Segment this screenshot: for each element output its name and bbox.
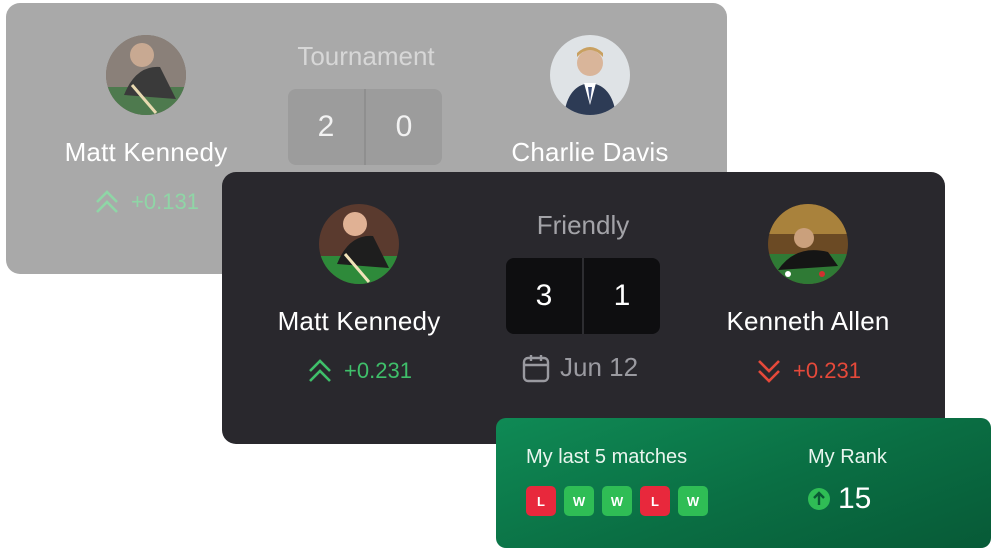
rating-delta: +0.231	[239, 357, 479, 385]
player-avatar	[768, 204, 848, 284]
calendar-icon	[522, 354, 550, 382]
result-badge-loss: L	[526, 486, 556, 516]
result-badge-win: W	[564, 486, 594, 516]
player-right: Charlie Davis	[470, 35, 710, 168]
double-chevron-up-icon	[96, 190, 118, 213]
result-badge-win: W	[602, 486, 632, 516]
double-chevron-up-icon	[309, 359, 331, 382]
match-date-text: Jun 12	[560, 352, 639, 382]
result-badge-loss: L	[640, 486, 670, 516]
player-name: Charlie Davis	[511, 137, 669, 167]
player-name: Matt Kennedy	[64, 137, 228, 167]
player-name: Matt Kennedy	[277, 306, 441, 336]
player-name: Kenneth Allen	[726, 306, 890, 336]
match-card-friendly[interactable]: Matt Kennedy +0.231 Friendly 3 1 Jun 12	[222, 172, 945, 444]
score-right: 0	[395, 110, 413, 143]
player-left: Matt Kennedy +0.231	[239, 204, 479, 385]
rating-delta-value: +0.231	[793, 358, 861, 383]
match-type-label: Friendly	[536, 210, 630, 240]
score-left: 2	[317, 110, 335, 143]
score-left: 3	[535, 279, 553, 312]
player-avatar	[106, 35, 186, 115]
rating-delta-value: +0.231	[344, 358, 412, 383]
scoreboard: 3 1	[506, 258, 660, 334]
rank-label: My Rank	[808, 446, 887, 468]
match-date: Jun 12	[522, 352, 638, 383]
double-chevron-down-icon	[758, 360, 780, 383]
player-right: Kenneth Allen +0.231	[688, 204, 928, 385]
last-matches-label: My last 5 matches	[526, 446, 688, 468]
player-avatar	[319, 204, 399, 284]
rating-delta: +0.231	[688, 357, 928, 385]
score-right: 1	[613, 279, 631, 312]
match-type-label: Tournament	[297, 41, 435, 71]
rank-value: 15	[838, 482, 872, 515]
my-stats-card[interactable]: My last 5 matches LWWLW My Rank 15	[496, 418, 991, 548]
last-matches-results: LWWLW	[526, 486, 716, 516]
rank: 15	[808, 482, 871, 516]
result-badge-win: W	[678, 486, 708, 516]
arrow-up-circle-icon	[808, 488, 830, 510]
scoreboard: 2 0	[288, 89, 442, 165]
player-avatar	[550, 35, 630, 115]
rating-delta-value: +0.131	[131, 189, 199, 214]
